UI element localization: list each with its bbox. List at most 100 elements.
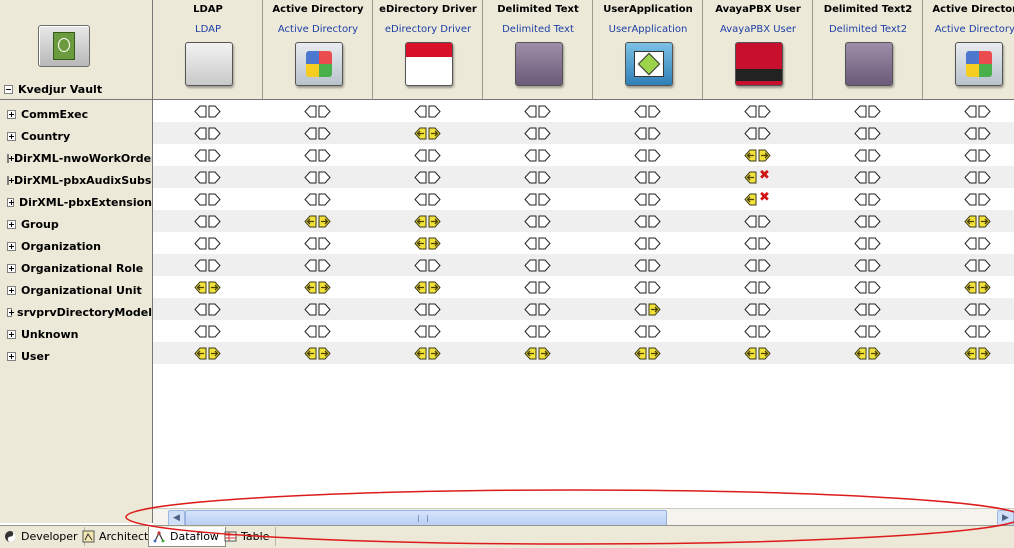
right-arrow-icon[interactable] [648,171,661,184]
dataflow-cell[interactable]: ✖ [744,191,774,207]
right-arrow-icon[interactable] [758,325,771,338]
left-arrow-icon[interactable] [524,105,537,118]
right-arrow-icon[interactable] [208,237,221,250]
object-class-item[interactable]: DirXML-nwoWorkOrder [7,147,152,169]
delimited-text-icon[interactable] [845,42,893,86]
left-arrow-icon[interactable] [744,215,757,228]
dataflow-cell[interactable] [304,125,334,141]
dataflow-cell[interactable] [194,323,224,339]
left-arrow-icon[interactable] [414,237,427,250]
left-arrow-icon[interactable] [414,193,427,206]
right-arrow-icon[interactable] [868,105,881,118]
dataflow-cell[interactable] [634,191,664,207]
dataflow-cell[interactable] [524,103,554,119]
right-arrow-icon[interactable] [758,347,771,360]
dataflow-cell[interactable] [304,235,334,251]
right-arrow-icon[interactable] [538,193,551,206]
right-arrow-icon[interactable] [428,237,441,250]
dataflow-cell[interactable] [414,103,444,119]
left-arrow-icon[interactable] [194,105,207,118]
dataflow-cell[interactable] [744,147,774,163]
left-arrow-icon[interactable] [964,303,977,316]
right-arrow-icon[interactable] [538,215,551,228]
dataflow-cell[interactable] [414,257,444,273]
left-arrow-icon[interactable] [744,193,757,206]
left-arrow-icon[interactable] [634,127,647,140]
right-arrow-icon[interactable] [758,281,771,294]
left-arrow-icon[interactable] [634,281,647,294]
object-class-item[interactable]: Group [7,213,152,235]
left-arrow-icon[interactable] [964,149,977,162]
left-arrow-icon[interactable] [414,303,427,316]
right-arrow-icon[interactable] [208,215,221,228]
left-arrow-icon[interactable] [524,281,537,294]
left-arrow-icon[interactable] [634,347,647,360]
dataflow-cell[interactable] [854,257,884,273]
left-arrow-icon[interactable] [634,215,647,228]
left-arrow-icon[interactable] [964,105,977,118]
right-arrow-icon[interactable] [648,215,661,228]
left-arrow-icon[interactable] [194,325,207,338]
column-header[interactable]: eDirectory Driver eDirectory Driver [373,0,483,99]
dataflow-cell[interactable] [964,103,994,119]
left-arrow-icon[interactable] [634,105,647,118]
right-arrow-icon[interactable] [428,325,441,338]
dataflow-cell[interactable] [854,103,884,119]
dataflow-cell[interactable] [304,279,334,295]
dataflow-cell[interactable] [634,257,664,273]
dataflow-cell[interactable] [634,323,664,339]
left-arrow-icon[interactable] [524,215,537,228]
left-arrow-icon[interactable] [854,237,867,250]
left-arrow-icon[interactable] [964,193,977,206]
left-arrow-icon[interactable] [414,259,427,272]
right-arrow-icon[interactable] [208,325,221,338]
dataflow-cell[interactable] [194,345,224,361]
right-arrow-icon[interactable] [978,105,991,118]
left-arrow-icon[interactable] [744,105,757,118]
expand-icon[interactable] [7,263,16,273]
dataflow-cell[interactable] [194,257,224,273]
dataflow-cell[interactable] [524,213,554,229]
column-header[interactable]: Delimited Text Delimited Text [483,0,593,99]
dataflow-cell[interactable] [414,169,444,185]
dataflow-cell[interactable] [854,147,884,163]
object-class-item[interactable]: DirXML-pbxExtension [7,191,152,213]
right-arrow-icon[interactable] [318,171,331,184]
dataflow-cell[interactable] [634,213,664,229]
right-arrow-icon[interactable] [758,215,771,228]
dataflow-cell[interactable] [304,345,334,361]
dataflow-cell[interactable] [414,301,444,317]
dataflow-cell[interactable] [744,125,774,141]
column-header[interactable]: Delimited Text2 Delimited Text2 [813,0,923,99]
right-arrow-icon[interactable] [208,149,221,162]
left-arrow-icon[interactable] [524,303,537,316]
dataflow-cell[interactable] [634,279,664,295]
right-arrow-icon[interactable] [978,215,991,228]
left-arrow-icon[interactable] [744,127,757,140]
dataflow-cell[interactable] [744,103,774,119]
active-directory-icon[interactable] [955,42,1003,86]
left-arrow-icon[interactable] [744,149,757,162]
dataflow-cell[interactable] [634,169,664,185]
object-class-item[interactable]: Unknown [7,323,152,345]
dataflow-cell[interactable] [194,147,224,163]
left-arrow-icon[interactable] [854,105,867,118]
left-arrow-icon[interactable] [964,171,977,184]
right-arrow-icon[interactable] [978,259,991,272]
left-arrow-icon[interactable] [304,347,317,360]
dataflow-cell[interactable] [524,301,554,317]
left-arrow-icon[interactable] [854,127,867,140]
left-arrow-icon[interactable] [854,347,867,360]
object-class-item[interactable]: CommExec [7,103,152,125]
right-arrow-icon[interactable] [758,259,771,272]
right-arrow-icon[interactable] [428,215,441,228]
dataflow-cell[interactable] [524,125,554,141]
left-arrow-icon[interactable] [414,281,427,294]
dataflow-cell[interactable] [194,125,224,141]
left-arrow-icon[interactable] [634,193,647,206]
delimited-text-icon[interactable] [515,42,563,86]
vault-tree-item[interactable]: Kvedjur Vault [4,82,102,96]
tab-developer[interactable]: Developer [0,527,85,546]
dataflow-cell[interactable] [304,103,334,119]
dataflow-cell[interactable] [524,147,554,163]
